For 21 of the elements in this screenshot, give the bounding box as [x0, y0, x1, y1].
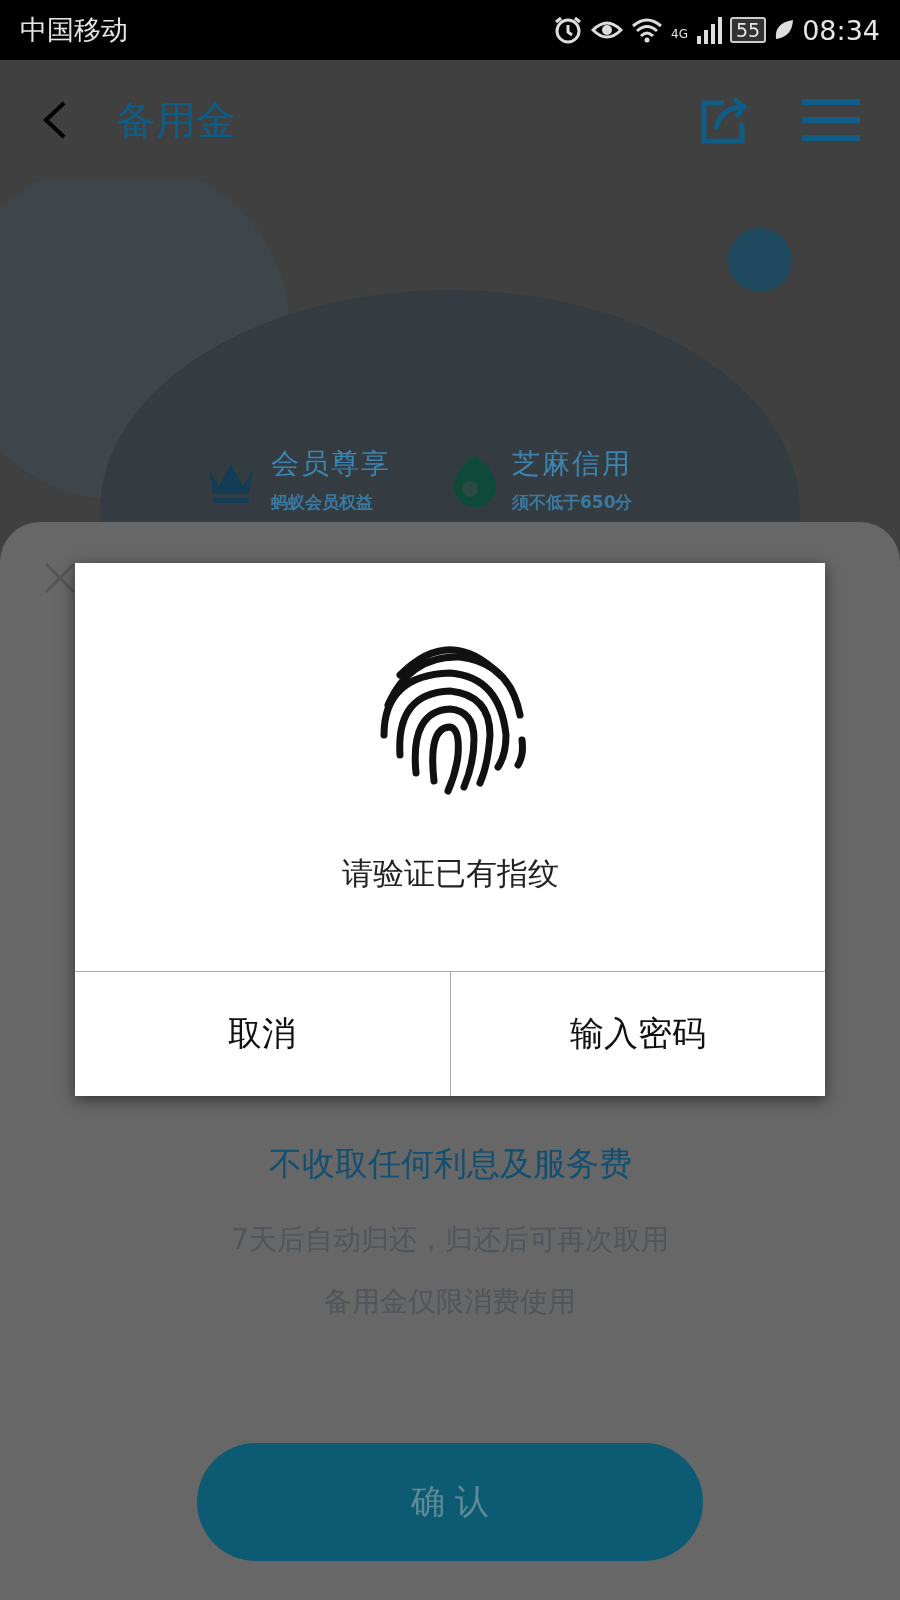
benefit-title: 芝麻信用 [512, 446, 633, 482]
network-label: 4G [671, 26, 688, 41]
clock-time: 08:34 [802, 14, 880, 46]
benefit-subtitle: 蚂蚁会员权益 [271, 491, 374, 514]
wifi-icon [631, 17, 664, 43]
menu-icon[interactable] [802, 98, 860, 142]
leaf-icon [774, 19, 795, 41]
benefit-title: 会员尊享 [271, 446, 391, 482]
signal-icon [696, 16, 722, 44]
page-title: 备用金 [116, 95, 237, 145]
headline: 不收取任何利息及服务费 [268, 1143, 632, 1185]
dialog-button[interactable]: 输入密码 [449, 972, 825, 1096]
drop-icon [452, 452, 498, 507]
dialog-message: 请验证已有指纹 [341, 854, 559, 893]
battery-level: 55 [730, 17, 767, 43]
eye-icon [591, 18, 624, 42]
alarm-icon [553, 15, 584, 45]
close-icon[interactable] [44, 562, 76, 594]
benefit-subtitle: 须不低于650分 [512, 491, 633, 514]
carrier-name: 中国移动 [20, 13, 128, 47]
dialog-button[interactable]: 取消 [75, 972, 450, 1096]
